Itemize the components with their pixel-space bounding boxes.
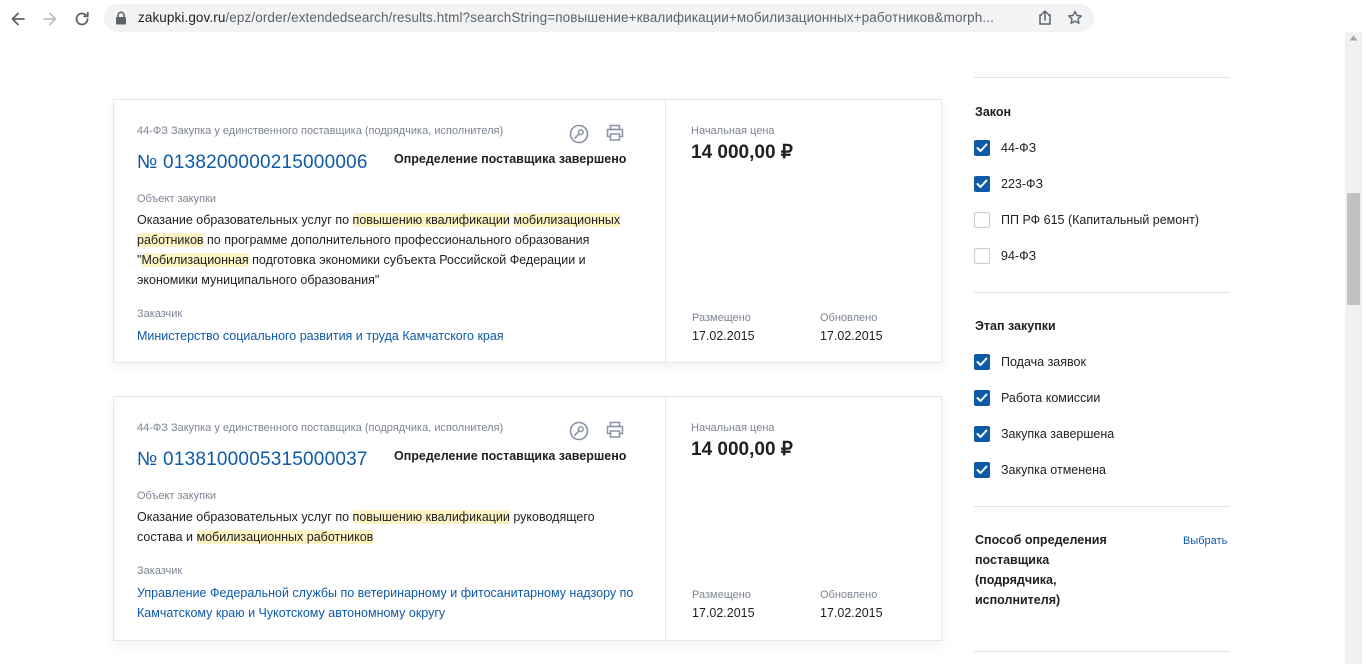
search-highlight: повышению квалификации [352,510,510,524]
reload-icon [75,11,89,26]
customer-label: Заказчик [137,565,183,577]
stage-checkbox-cancelled[interactable]: Закупка отменена [974,460,1106,480]
checkbox-label: 44-ФЗ [1001,141,1037,155]
search-highlight: повышению квалификации [352,213,510,227]
purchase-card: 44-ФЗ Закупка у единственного поставщика… [113,99,942,363]
url-path: /epz/order/extendedsearch/results.html?s… [225,10,994,25]
object-description: Оказание образовательных услуг по повыше… [137,210,637,290]
url-text: zakupki.gov.ru/epz/order/extendedsearch/… [138,10,1030,25]
initial-price: 14 000,00 ₽ [691,439,793,460]
reload-button[interactable] [71,8,93,30]
scrollbar-thumb[interactable] [1347,193,1360,305]
description-text: Оказание образовательных услуг по [137,213,353,227]
checkbox-label: Подача заявок [1001,355,1086,369]
law-checkbox-pp615[interactable]: ПП РФ 615 (Капитальный ремонт) [974,210,1199,230]
stage-checkbox-submission[interactable]: Подача заявок [974,352,1086,372]
print-icon[interactable] [606,124,624,142]
checkbox-checked[interactable] [974,354,990,370]
divider [974,506,1230,507]
checkbox-checked[interactable] [974,462,990,478]
customer-link[interactable]: Министерство социального развития и труд… [137,326,657,346]
stage-filter-title: Этап закупки [975,319,1056,333]
purchase-card: 44-ФЗ Закупка у единственного поставщика… [113,396,942,641]
registry-number-link[interactable]: № 0138100005315000037 [137,449,368,471]
checkbox-checked[interactable] [974,390,990,406]
checkbox-checked[interactable] [974,140,990,156]
price-label: Начальная цена [691,125,775,137]
law-checkbox-94fz[interactable]: 94-ФЗ [974,246,1036,266]
divider [974,651,1230,652]
checkmark-icon [976,393,988,402]
checkbox-label: 94-ФЗ [1001,249,1037,263]
card-side: Начальная цена 14 000,00 ₽ Размещено 17.… [666,397,942,640]
card-main: 44-ФЗ Закупка у единственного поставщика… [114,397,666,640]
page-content: 44-ФЗ Закупка у единственного поставщика… [0,38,1366,664]
share-icon[interactable] [1037,10,1053,26]
search-highlight: Мобилизационная [141,253,249,267]
checkbox-label: Закупка завершена [1001,427,1115,441]
updated-label: Обновлено [820,312,878,324]
customer-label: Заказчик [137,308,183,320]
purchase-status: Определение поставщика завершено [394,152,627,166]
search-highlight: мобилизационных работников [196,530,374,544]
address-bar[interactable]: zakupki.gov.ru/epz/order/extendedsearch/… [104,4,1094,32]
bookmark-star-icon[interactable] [1067,10,1083,26]
method-filter-title: Способ определения поставщика (подрядчик… [975,533,1107,607]
divider [974,292,1230,293]
registry-number-link[interactable]: № 0138200000215000006 [137,152,368,174]
purchase-type: 44-ФЗ Закупка у единственного поставщика… [137,422,504,434]
card-side: Начальная цена 14 000,00 ₽ Размещено 17.… [666,100,942,362]
checkbox-checked[interactable] [974,176,990,192]
scroll-up-arrow-icon[interactable] [1349,35,1358,41]
law-checkbox-44fz[interactable]: 44-ФЗ [974,138,1036,158]
back-button[interactable] [7,8,29,30]
updated-date: 17.02.2015 [820,606,883,620]
card-main: 44-ФЗ Закупка у единственного поставщика… [114,100,666,362]
initial-price: 14 000,00 ₽ [691,142,793,163]
checkbox-label: ПП РФ 615 (Капитальный ремонт) [1001,213,1200,227]
page-scrollbar[interactable] [1345,32,1362,664]
forward-button[interactable] [39,8,61,30]
browser-toolbar: zakupki.gov.ru/epz/order/extendedsearch/… [0,0,1366,38]
key-icon[interactable] [569,421,589,441]
purchase-status: Определение поставщика завершено [394,449,627,463]
object-label: Объект закупки [137,490,217,502]
checkbox-label: Работа комиссии [1001,391,1101,405]
arrow-right-icon [43,12,57,26]
purchase-type: 44-ФЗ Закупка у единственного поставщика… [137,125,504,137]
arrow-left-icon [11,12,25,26]
lock-icon [116,11,126,25]
divider [974,77,1230,78]
checkmark-icon [976,357,988,366]
law-checkbox-223fz[interactable]: 223-ФЗ [974,174,1043,194]
print-icon[interactable] [606,421,624,439]
description-text: Оказание образовательных услуг по [137,510,353,524]
method-choose-link[interactable]: Выбрать [1183,535,1227,547]
price-label: Начальная цена [691,422,775,434]
checkbox-unchecked[interactable] [974,212,990,228]
stage-checkbox-commission[interactable]: Работа комиссии [974,388,1100,408]
object-description: Оказание образовательных услуг по повыше… [137,507,637,547]
checkbox-label: 223-ФЗ [1001,177,1044,191]
checkmark-icon [976,465,988,474]
url-host: zakupki.gov.ru [138,10,226,25]
key-icon[interactable] [569,124,589,144]
stage-checkbox-completed[interactable]: Закупка завершена [974,424,1114,444]
placed-date: 17.02.2015 [692,329,755,343]
object-label: Объект закупки [137,193,217,205]
customer-link[interactable]: Управление Федеральной службы по ветерин… [137,583,657,623]
checkbox-label: Закупка отменена [1001,463,1106,477]
placed-date: 17.02.2015 [692,606,755,620]
updated-label: Обновлено [820,589,878,601]
placed-label: Размещено [692,589,751,601]
checkmark-icon [976,179,988,188]
placed-label: Размещено [692,312,751,324]
law-filter-title: Закон [975,105,1012,119]
checkmark-icon [976,143,988,152]
checkmark-icon [976,429,988,438]
updated-date: 17.02.2015 [820,329,883,343]
checkbox-checked[interactable] [974,426,990,442]
checkbox-unchecked[interactable] [974,248,990,264]
